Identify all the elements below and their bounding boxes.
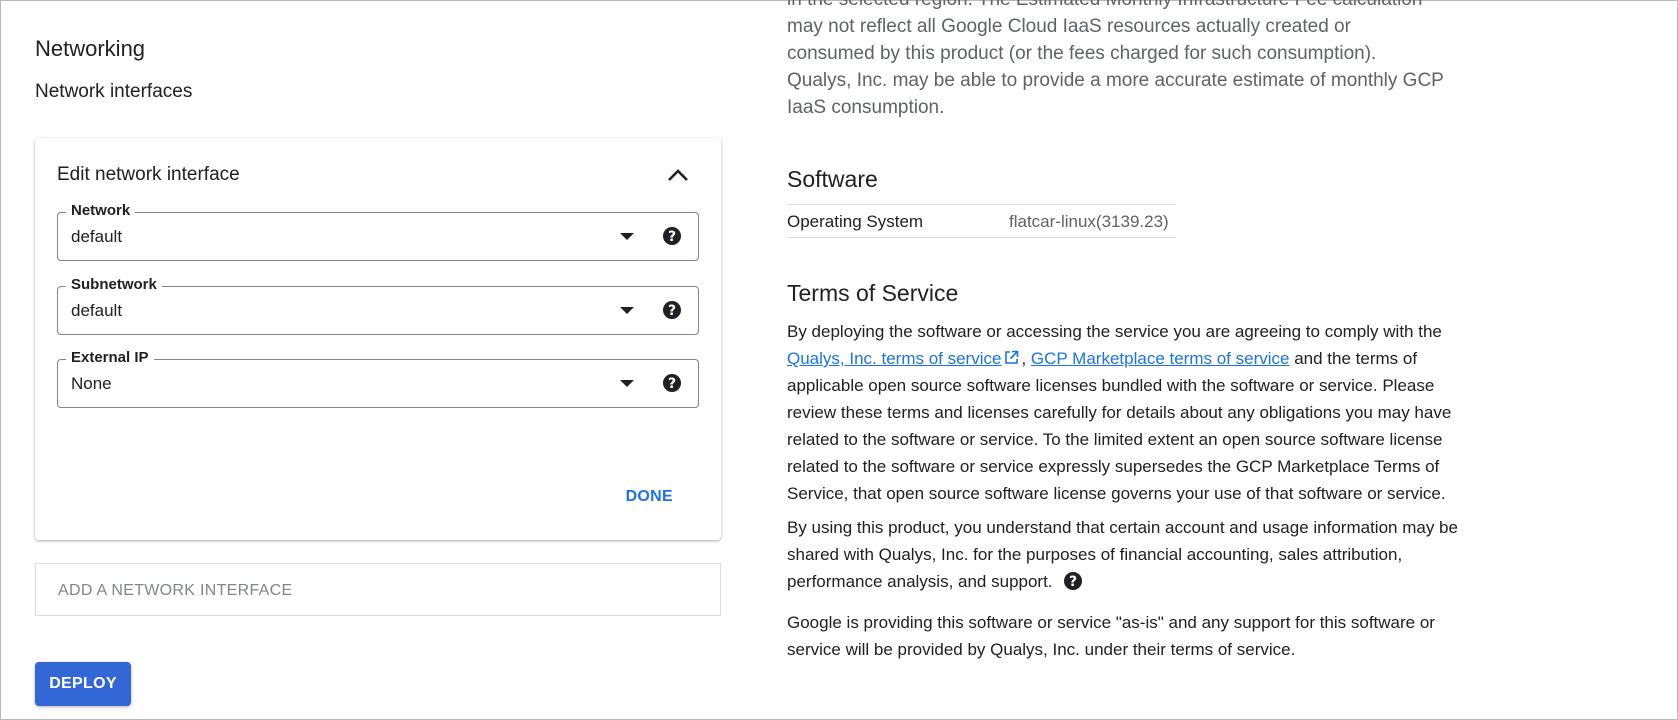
marketplace-terms-link[interactable]: GCP Marketplace terms of service — [1031, 349, 1290, 368]
fee-note-line: may not reflect all Google Cloud IaaS re… — [787, 16, 1351, 37]
svg-text:?: ? — [668, 229, 676, 245]
tos-text: By using this product, you understand th… — [787, 518, 1458, 591]
operating-system-value: flatcar-linux(3139.23) — [1009, 212, 1169, 231]
network-interfaces-heading: Network interfaces — [35, 81, 193, 102]
tos-paragraph-2: By using this product, you understand th… — [787, 514, 1487, 595]
svg-text:?: ? — [668, 376, 676, 392]
external-link-icon[interactable] — [1004, 346, 1019, 364]
network-value: default — [71, 227, 123, 246]
tos-text: Google is providing this software or ser… — [787, 613, 1435, 659]
chevron-up-icon[interactable] — [665, 164, 691, 188]
tos-text: and the terms of applicable open source … — [787, 349, 1452, 503]
dropdown-arrow-icon[interactable] — [620, 307, 634, 314]
tos-text: By deploying the software or accessing t… — [787, 322, 1442, 341]
network-select[interactable]: Network default ? — [57, 202, 699, 261]
fee-note-line: consumed by this product (or the fees ch… — [787, 43, 1377, 64]
operating-system-key: Operating System — [787, 212, 924, 231]
help-icon[interactable]: ? — [662, 300, 682, 320]
subnetwork-value: default — [71, 301, 123, 320]
software-heading: Software — [787, 166, 878, 192]
subnetwork-select[interactable]: Subnetwork default ? — [57, 276, 699, 335]
network-label: Network — [66, 202, 136, 219]
svg-text:?: ? — [668, 303, 676, 319]
help-icon[interactable]: ? — [662, 226, 682, 246]
vendor-terms-link[interactable]: Qualys, Inc. terms of service — [787, 349, 1001, 368]
external-ip-label: External IP — [66, 349, 154, 366]
add-network-interface-button[interactable]: ADD A NETWORK INTERFACE — [35, 563, 721, 616]
tos-paragraph-1: By deploying the software or accessing t… — [787, 318, 1487, 507]
external-ip-value: None — [71, 374, 112, 393]
help-icon[interactable]: ? — [1063, 571, 1083, 591]
edit-network-interface-card: Edit network interface Network default ?… — [35, 138, 721, 540]
fee-note-line: Qualys, Inc. may be able to provide a mo… — [787, 70, 1444, 91]
dropdown-arrow-icon[interactable] — [620, 380, 634, 387]
link-separator: , — [1021, 349, 1027, 368]
card-title: Edit network interface — [57, 164, 240, 185]
networking-heading: Networking — [35, 36, 146, 61]
add-network-interface-label: ADD A NETWORK INTERFACE — [58, 582, 293, 599]
deploy-button[interactable]: DEPLOY — [35, 662, 131, 706]
dropdown-arrow-icon[interactable] — [620, 233, 634, 240]
external-ip-select[interactable]: External IP None ? — [57, 349, 699, 408]
done-button[interactable]: DONE — [626, 488, 673, 506]
fee-note-line: in the selected region. The Estimated Mo… — [787, 0, 1487, 13]
terms-of-service-heading: Terms of Service — [787, 280, 959, 306]
software-table: Operating System flatcar-linux(3139.23) — [787, 204, 1176, 238]
tos-paragraph-3: Google is providing this software or ser… — [787, 609, 1487, 663]
subnetwork-label: Subnetwork — [66, 276, 162, 293]
help-icon[interactable]: ? — [662, 373, 682, 393]
svg-text:?: ? — [1068, 574, 1076, 590]
fee-note-line: IaaS consumption. — [787, 97, 945, 118]
fee-note: in the selected region. The Estimated Mo… — [787, 0, 1487, 121]
